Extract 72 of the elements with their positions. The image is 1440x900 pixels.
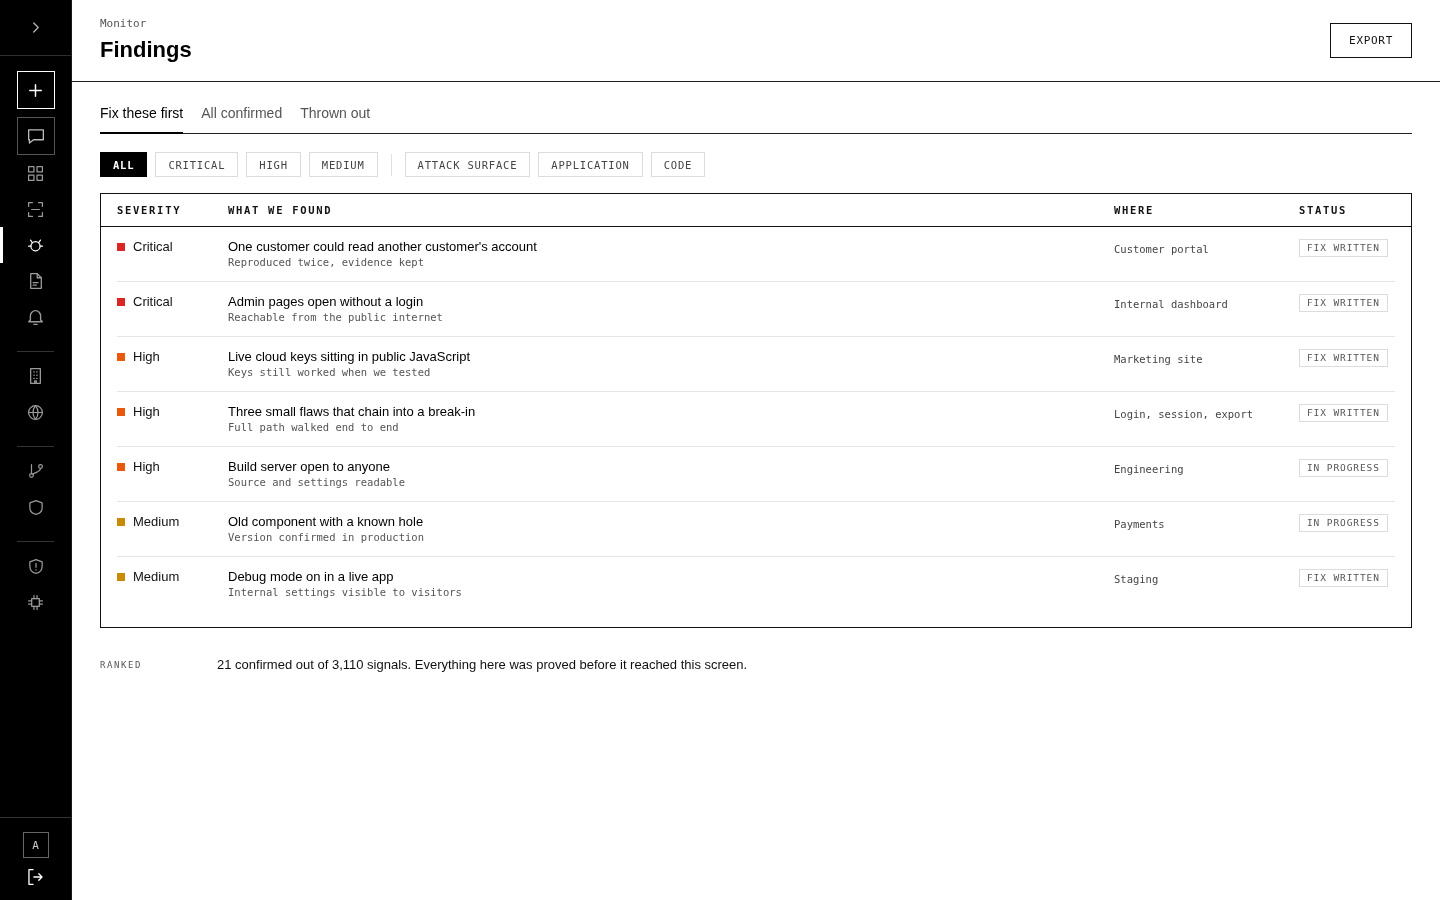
globe-icon: [28, 404, 43, 420]
finding-detail: Source and settings readable: [228, 475, 406, 489]
finding-title: Debug mode on in a live app: [228, 569, 395, 585]
grid-icon: [28, 165, 43, 181]
filter-chip[interactable]: HIGH: [246, 152, 301, 177]
bug-icon: [28, 238, 43, 252]
finding-title: Admin pages open without a login: [228, 294, 425, 310]
status-badge: FIX WRITTEN: [1299, 239, 1388, 257]
severity-label: Medium: [133, 514, 180, 530]
scan-frame-icon: [28, 201, 43, 217]
severity-label: Critical: [133, 239, 173, 255]
severity-label: Critical: [133, 294, 173, 310]
summary-text: 21 confirmed out of 3,110 signals. Everything here was proved before it reached this screen.: [217, 657, 748, 673]
shield-icon: [28, 499, 43, 515]
finding-detail: Full path walked end to end: [228, 420, 400, 434]
status-badge: IN PROGRESS: [1299, 459, 1388, 477]
ranked-label: RANKED: [100, 659, 144, 672]
filter-chip[interactable]: ALL: [100, 152, 148, 177]
status-badge: FIX WRITTEN: [1299, 349, 1388, 367]
status-badge: FIX WRITTEN: [1299, 404, 1388, 422]
finding-title: Live cloud keys sitting in public JavaScript: [228, 349, 472, 365]
severity-label: High: [133, 459, 160, 475]
location-text: Internal dashboard: [1114, 298, 1228, 310]
location-text: Customer portal: [1114, 243, 1209, 255]
logout-icon: [28, 869, 43, 885]
location-text: Login, session, export: [1114, 408, 1254, 420]
column-header: SEVERITY: [117, 203, 183, 217]
finding-detail: Internal settings visible to visitors: [228, 585, 463, 599]
chat-bubble-icon: [27, 128, 44, 144]
filter-chip[interactable]: ATTACK SURFACE: [404, 152, 531, 177]
filter-chip[interactable]: APPLICATION: [538, 152, 643, 177]
finding-detail: Reproduced twice, evidence kept: [228, 255, 425, 269]
status-badge: IN PROGRESS: [1299, 514, 1388, 532]
tab[interactable]: Thrown out: [300, 100, 371, 134]
export-button[interactable]: EXPORT: [1330, 23, 1412, 58]
column-header: WHAT WE FOUND: [228, 203, 334, 217]
filter-chip[interactable]: CRITICAL: [155, 152, 239, 177]
plus-icon: [29, 83, 42, 97]
building-icon: [30, 368, 41, 384]
finding-title: Three small flaws that chain into a break-in: [228, 404, 477, 420]
filter-chip[interactable]: MEDIUM: [308, 152, 378, 177]
severity-label: Medium: [133, 569, 180, 585]
user-avatar[interactable]: A: [22, 832, 49, 858]
finding-detail: Keys still worked when we tested: [228, 365, 432, 379]
severity-label: High: [133, 404, 160, 420]
status-badge: FIX WRITTEN: [1299, 294, 1388, 312]
location-text: Staging: [1114, 573, 1159, 585]
add-button[interactable]: [16, 71, 55, 109]
finding-title: Build server open to anyone: [228, 459, 391, 475]
tab[interactable]: Fix these first: [100, 100, 184, 134]
chip-icon: [28, 594, 43, 610]
finding-detail: Reachable from the public internet: [228, 310, 444, 324]
finding-title: One customer could read another customer's account: [228, 239, 538, 255]
chat-button[interactable]: [16, 117, 55, 155]
location-text: Engineering: [1114, 463, 1184, 475]
location-text: Payments: [1114, 518, 1165, 530]
column-header: STATUS: [1299, 203, 1349, 217]
finding-detail: Version confirmed in production: [228, 530, 425, 544]
status-badge: FIX WRITTEN: [1299, 569, 1388, 587]
severity-label: High: [133, 349, 160, 365]
page-title: Findings: [100, 37, 192, 63]
shield-alert-icon: [28, 558, 43, 574]
breadcrumb: Monitor: [100, 17, 148, 31]
finding-title: Old component with a known hole: [228, 514, 425, 530]
filter-chip[interactable]: CODE: [650, 152, 706, 177]
tab[interactable]: All confirmed: [201, 100, 283, 134]
chevron-right-icon: [32, 22, 39, 33]
branch-icon: [28, 464, 43, 478]
column-header: WHERE: [1114, 203, 1156, 217]
location-text: Marketing site: [1114, 353, 1203, 365]
document-icon: [29, 273, 42, 289]
bell-icon: [28, 309, 43, 325]
